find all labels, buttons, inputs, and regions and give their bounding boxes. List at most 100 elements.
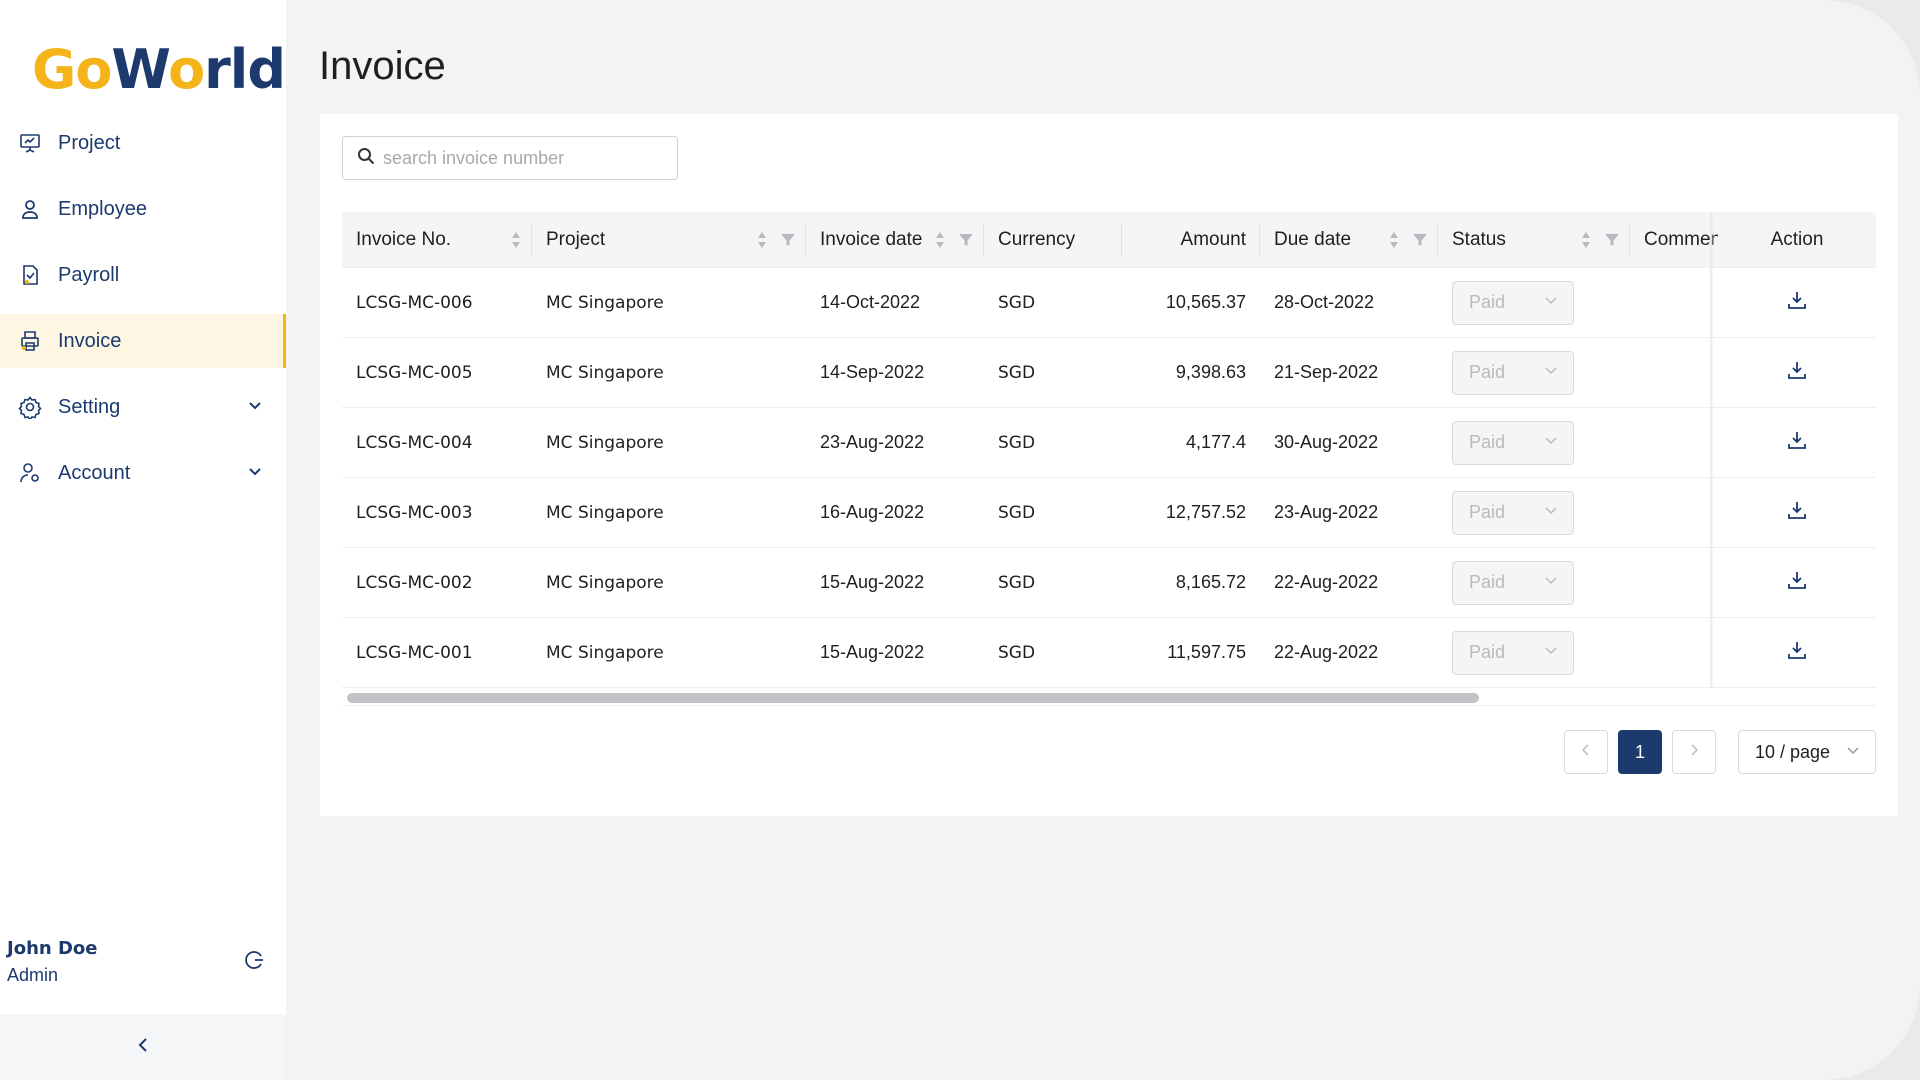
sort-icon[interactable] [1580, 230, 1592, 256]
chevron-down-icon[interactable] [246, 463, 264, 487]
sidebar-item-project[interactable]: Project [0, 116, 286, 170]
pagination-next-button[interactable] [1672, 730, 1716, 774]
sidebar-item-label: Invoice [58, 329, 122, 352]
status-select[interactable]: Paid [1452, 560, 1574, 605]
user-name: John Doe [7, 938, 98, 959]
horizontal-scrollbar[interactable] [342, 690, 1876, 706]
amount-cell: 10,565.37 [1165, 292, 1246, 312]
project-cell: MC Singapore [546, 502, 664, 523]
status-cell: Paid [1438, 490, 1630, 535]
action-cell [1718, 289, 1876, 316]
project-cell: MC Singapore [546, 362, 664, 383]
status-select[interactable]: Paid [1452, 280, 1574, 325]
user-role: Admin [7, 965, 59, 985]
page-title: Invoice [319, 44, 446, 88]
table-header: Invoice No. Project Invoice date Currenc… [342, 212, 1876, 268]
sidebar-item-label: Account [58, 461, 131, 484]
search-input[interactable] [383, 147, 663, 169]
pagination-page-1[interactable]: 1 [1618, 730, 1662, 774]
filter-icon[interactable] [1604, 232, 1620, 254]
status-select[interactable]: Paid [1452, 420, 1574, 465]
invoice-date-cell: 15-Aug-2022 [820, 572, 925, 592]
currency-cell: SGD [998, 362, 1036, 383]
download-icon[interactable] [1786, 429, 1808, 456]
page-size-select[interactable]: 10 / page [1738, 730, 1876, 774]
amount-cell: 12,757.52 [1165, 502, 1246, 522]
filter-icon[interactable] [1412, 232, 1428, 254]
status-cell: Paid [1438, 350, 1630, 395]
status-cell: Paid [1438, 560, 1630, 605]
sidebar-item-label: Employee [58, 197, 147, 220]
column-header-comment: Comment [1644, 228, 1718, 250]
due-date-cell: 23-Aug-2022 [1274, 502, 1379, 522]
search-box[interactable] [342, 136, 678, 180]
invoice-date-cell: 23-Aug-2022 [820, 432, 925, 452]
filter-icon[interactable] [958, 232, 974, 254]
sidebar-item-setting[interactable]: Setting [0, 380, 286, 434]
due-date-cell: 28-Oct-2022 [1274, 292, 1375, 312]
user-profile: John Doe Admin [7, 938, 97, 986]
download-icon[interactable] [1786, 359, 1808, 386]
table-row: LCSG-MC-004 MC Singapore 23-Aug-2022 SGD… [342, 408, 1876, 478]
currency-cell: SGD [998, 292, 1036, 313]
sidebar-item-account[interactable]: Account [0, 446, 286, 500]
currency-cell: SGD [998, 642, 1036, 663]
sidebar-item-label: Project [58, 131, 121, 154]
column-header-project[interactable]: Project [532, 212, 806, 268]
sort-icon[interactable] [1388, 230, 1400, 256]
invoice-date-cell: 15-Aug-2022 [820, 642, 925, 662]
invoice-table: Invoice No. Project Invoice date Currenc… [342, 212, 1876, 688]
invoice-date-cell: 16-Aug-2022 [820, 502, 925, 522]
sidebar-item-employee[interactable]: Employee [0, 182, 286, 236]
search-icon [357, 147, 375, 170]
column-header-invoice-date[interactable]: Invoice date [806, 212, 984, 268]
table-row: LCSG-MC-005 MC Singapore 14-Sep-2022 SGD… [342, 338, 1876, 408]
chevron-left-icon [1578, 742, 1594, 763]
payroll-document-icon [18, 263, 42, 287]
column-header-amount: Amount [1122, 212, 1260, 268]
invoice-date-cell: 14-Sep-2022 [820, 362, 925, 382]
status-cell: Paid [1438, 420, 1630, 465]
action-cell [1718, 359, 1876, 386]
logout-icon[interactable] [242, 948, 266, 972]
sort-icon[interactable] [756, 230, 768, 256]
column-header-due-date[interactable]: Due date [1260, 212, 1438, 268]
status-cell: Paid [1438, 630, 1630, 675]
table-body: LCSG-MC-006 MC Singapore 14-Oct-2022 SGD… [342, 268, 1876, 688]
goworld-logo[interactable]: GoWorld [32, 38, 286, 101]
download-icon[interactable] [1786, 499, 1808, 526]
column-header-status[interactable]: Status [1438, 212, 1630, 268]
column-header-invoice-no[interactable]: Invoice No. [342, 212, 532, 268]
sidebar-item-invoice[interactable]: Invoice [0, 314, 286, 368]
sort-icon[interactable] [934, 230, 946, 256]
scrollbar-thumb[interactable] [347, 693, 1479, 703]
download-icon[interactable] [1786, 639, 1808, 666]
column-header-action: Action [1770, 228, 1824, 250]
project-cell: MC Singapore [546, 572, 664, 593]
project-cell: MC Singapore [546, 642, 664, 663]
currency-cell: SGD [998, 432, 1036, 453]
amount-cell: 4,177.4 [1185, 432, 1246, 452]
action-cell [1718, 429, 1876, 456]
presentation-icon [18, 131, 42, 155]
status-select[interactable]: Paid [1452, 630, 1574, 675]
download-icon[interactable] [1786, 569, 1808, 596]
chevron-down-icon [1845, 742, 1861, 763]
action-cell [1718, 639, 1876, 666]
fixed-column-shadow [1710, 212, 1714, 688]
status-select[interactable]: Paid [1452, 350, 1574, 395]
chevron-right-icon [1686, 742, 1702, 763]
sidebar-item-payroll[interactable]: Payroll [0, 248, 286, 302]
sidebar-collapse-button[interactable] [0, 1014, 286, 1080]
amount-cell: 9,398.63 [1175, 362, 1246, 382]
status-select[interactable]: Paid [1452, 490, 1574, 535]
pagination-prev-button[interactable] [1564, 730, 1608, 774]
amount-cell: 8,165.72 [1175, 572, 1246, 592]
column-header-currency: Currency [984, 212, 1122, 268]
sort-icon[interactable] [510, 230, 522, 256]
invoice-card: Invoice No. Project Invoice date [320, 114, 1898, 816]
currency-cell: SGD [998, 502, 1036, 523]
filter-icon[interactable] [780, 232, 796, 254]
chevron-down-icon[interactable] [246, 397, 264, 421]
download-icon[interactable] [1786, 289, 1808, 316]
